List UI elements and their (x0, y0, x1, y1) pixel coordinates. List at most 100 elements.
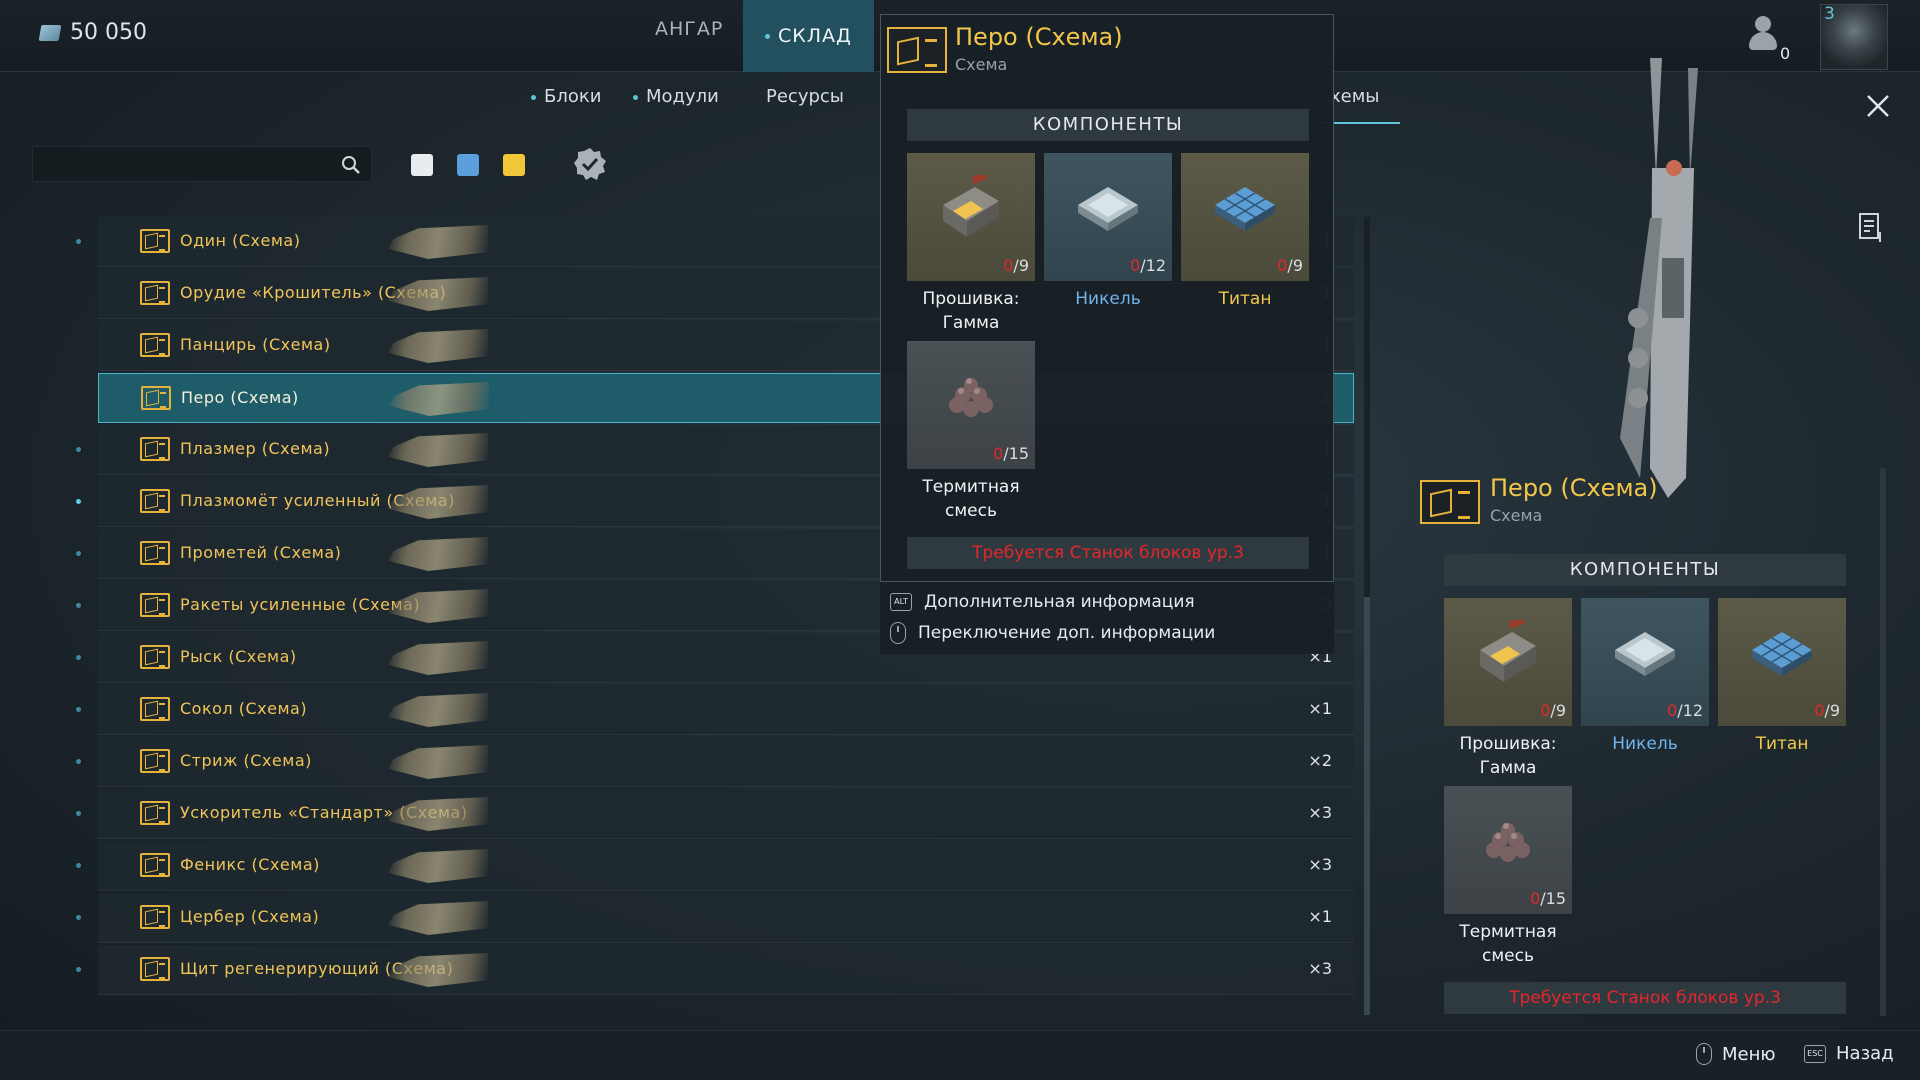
schema-icon (1420, 480, 1480, 524)
component-have: 0 (1003, 256, 1014, 275)
component-tile: 0/12 (1581, 598, 1709, 726)
detail-subtitle: Схема (1490, 506, 1543, 525)
item-quantity: ×3 (1308, 855, 1332, 874)
item-name: Цербер (Схема) (180, 907, 320, 926)
component-need: /12 (1140, 256, 1166, 275)
component-need: /15 (1540, 889, 1566, 908)
scrollbar-thumb[interactable] (1364, 597, 1370, 1015)
item-name: Один (Схема) (180, 231, 301, 250)
new-indicator (76, 915, 81, 920)
tooltip-title: Перо (Схема) (955, 23, 1123, 51)
tab-storage[interactable]: СКЛАД (743, 0, 874, 72)
item-quantity: ×3 (1308, 803, 1332, 822)
nickel-icon (1078, 187, 1138, 231)
new-indicator (76, 863, 81, 868)
list-item[interactable]: Цербер (Схема) ×1 (76, 893, 1354, 943)
item-thumbnail (388, 745, 488, 779)
ship-preview[interactable] (1590, 58, 1730, 508)
component-nickel: 0/12 Никель (1044, 153, 1172, 311)
friends-icon[interactable] (1745, 16, 1781, 56)
filter-rare[interactable] (457, 154, 479, 176)
item-thumbnail (389, 382, 489, 416)
tooltip-hints: ALT Дополнительная информация Переключен… (880, 582, 1334, 654)
filter-common[interactable] (411, 154, 433, 176)
mouse-icon (890, 622, 906, 644)
new-indicator (76, 447, 81, 452)
item-quantity: ×3 (1308, 959, 1332, 978)
component-name: Никель (1612, 734, 1678, 754)
schema-icon (140, 853, 170, 877)
list-item[interactable]: Щит регенерирующий (Схема) ×3 (76, 945, 1354, 995)
detail-title: Перо (Схема) (1490, 474, 1658, 502)
item-name: Ракеты усиленные (Схема) (180, 595, 421, 614)
search-input[interactable] (33, 147, 323, 181)
item-name: Сокол (Схема) (180, 699, 308, 718)
hint-label: Дополнительная информация (924, 592, 1195, 612)
new-indicator (76, 967, 81, 972)
item-thumbnail (388, 849, 488, 883)
item-thumbnail (388, 537, 488, 571)
new-indicator (76, 759, 81, 764)
list-item[interactable]: Сокол (Схема) ×1 (76, 685, 1354, 735)
schema-icon (140, 645, 170, 669)
filter-epic[interactable] (503, 154, 525, 176)
component-have: 0 (993, 444, 1004, 463)
schema-icon (140, 749, 170, 773)
credits-display: 50 050 (38, 20, 147, 45)
item-thumbnail (388, 433, 488, 467)
item-thumbnail (388, 329, 488, 363)
verified-filter-icon[interactable] (572, 146, 608, 182)
component-firmware: 0/9 Прошивка: Гамма (907, 153, 1035, 335)
list-item[interactable]: Ускоритель «Стандарт» (Схема) ×3 (76, 789, 1354, 839)
component-tile: 0/9 (1444, 598, 1572, 726)
search-box (32, 146, 372, 182)
credits-value: 50 050 (70, 20, 147, 45)
list-item[interactable]: Стриж (Схема) ×2 (76, 737, 1354, 787)
list-scrollbar[interactable] (1364, 217, 1370, 1015)
component-need: /9 (1287, 256, 1303, 275)
component-have: 0 (1277, 256, 1288, 275)
new-indicator (76, 811, 81, 816)
item-tooltip: Перо (Схема) Схема КОМПОНЕНТЫ 0/9 Прошив… (880, 14, 1334, 582)
component-have: 0 (1530, 889, 1541, 908)
item-thumbnail (388, 901, 488, 935)
component-need: /12 (1677, 701, 1703, 720)
schema-icon (141, 386, 171, 410)
item-name: Панцирь (Схема) (180, 335, 331, 354)
close-icon[interactable] (1864, 92, 1892, 120)
schema-icon (140, 229, 170, 253)
nickel-icon (1615, 632, 1675, 676)
item-thumbnail (388, 225, 488, 259)
alt-key-icon: ALT (890, 593, 912, 611)
subtab-modules[interactable]: Модули (633, 86, 719, 107)
schema-icon (140, 801, 170, 825)
subtab-schemas[interactable]: хемы (1330, 86, 1380, 107)
list-item[interactable]: Феникс (Схема) ×3 (76, 841, 1354, 891)
mouse-icon (1696, 1043, 1712, 1065)
item-thumbnail (388, 693, 488, 727)
firmware-icon (1480, 620, 1536, 682)
component-thermite: 0/15 Термитная смесь (1444, 786, 1572, 968)
subtab-resources[interactable]: Ресурсы (766, 86, 844, 107)
esc-key-icon: ESC (1804, 1044, 1826, 1063)
item-name: Перо (Схема) (181, 388, 299, 407)
credits-icon (38, 24, 62, 41)
item-quantity: ×1 (1308, 699, 1332, 718)
item-thumbnail (388, 641, 488, 675)
components-header: КОМПОНЕНТЫ (907, 109, 1309, 141)
menu-button[interactable]: Меню (1696, 1043, 1776, 1065)
tab-hangar[interactable]: АНГАР (655, 18, 723, 40)
notes-icon[interactable] (1858, 212, 1884, 244)
component-titanium: 0/9 Титан (1181, 153, 1309, 311)
component-tile: 0/15 (1444, 786, 1572, 914)
search-icon[interactable] (341, 155, 361, 175)
component-firmware: 0/9 Прошивка: Гамма (1444, 598, 1572, 780)
subtab-blocks[interactable]: Блоки (531, 86, 601, 107)
firmware-icon (943, 175, 999, 237)
hint-toggle-info: Переключение доп. информации (890, 622, 1215, 644)
component-thermite: 0/15 Термитная смесь (907, 341, 1035, 523)
component-tile: 0/12 (1044, 153, 1172, 281)
hint-extra-info: ALT Дополнительная информация (890, 592, 1195, 612)
back-button[interactable]: ESC Назад (1804, 1043, 1894, 1064)
detail-scrollbar[interactable] (1880, 468, 1886, 1016)
